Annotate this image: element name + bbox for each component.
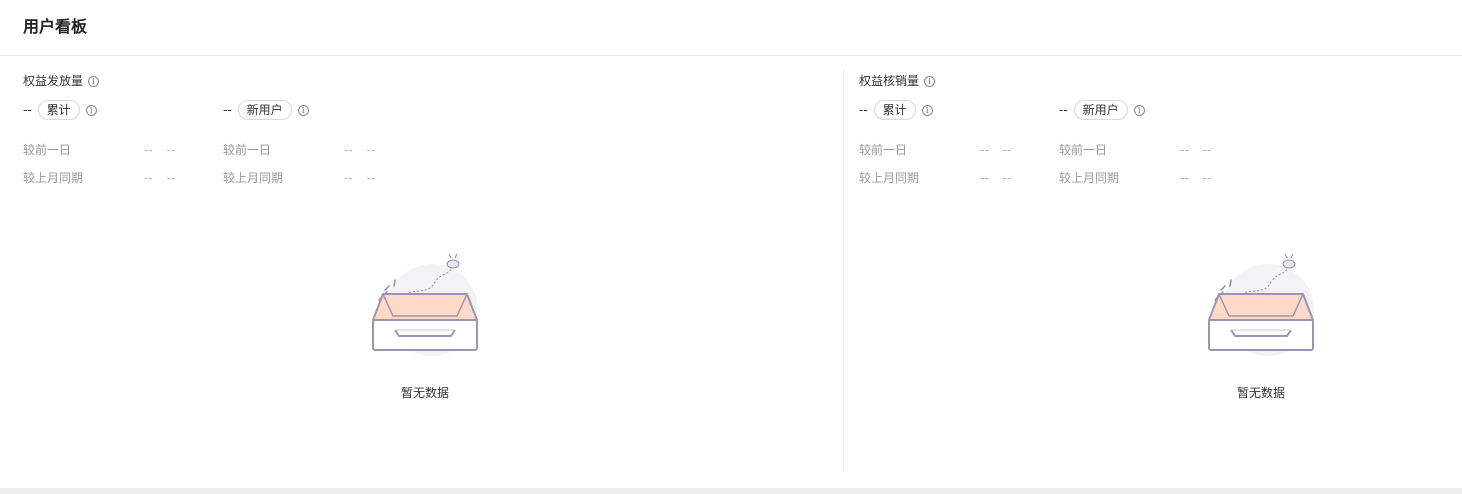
panel-redeemed: 权益核销量 i -- 累计 i -- 新用户 i 较前一日 -- -- 较上月同期 -…	[844, 56, 1462, 486]
info-icon[interactable]: i	[88, 75, 100, 87]
compare-row: 较前一日 -- --	[223, 142, 375, 158]
metric-value: --	[23, 103, 32, 117]
compare-row: 较上月同期 -- --	[23, 170, 175, 186]
info-icon[interactable]: i	[921, 104, 933, 116]
compare-value: --	[144, 143, 153, 157]
compare-value: --	[1002, 171, 1012, 185]
compare-label: 较前一日	[1059, 143, 1108, 157]
info-icon[interactable]: i	[1133, 104, 1145, 116]
section-title: 权益发放量 i	[23, 73, 100, 89]
compare-value: --	[1202, 143, 1212, 157]
compare-value: --	[1002, 143, 1012, 157]
compare-row: 较上月同期 -- --	[223, 170, 375, 186]
metric-tag: 累计	[873, 100, 916, 120]
empty-state: 暂无数据	[1201, 252, 1321, 401]
compare-value: --	[166, 171, 176, 185]
empty-text: 暂无数据	[1236, 386, 1285, 400]
compare-row: 较前一日 -- --	[23, 142, 175, 158]
compare-value: --	[1180, 171, 1189, 185]
compare-label: 较上月同期	[23, 171, 84, 185]
compare-value: --	[980, 171, 989, 185]
compare-value: --	[344, 171, 353, 185]
compare-row: 较前一日 -- --	[859, 142, 1011, 158]
compare-value: --	[344, 143, 353, 157]
compare-label: 较前一日	[223, 143, 272, 157]
metric-value: --	[223, 103, 232, 117]
metric-total: -- 累计 i	[859, 100, 933, 120]
page-title: 用户看板	[23, 17, 88, 36]
section-title-text: 权益发放量	[23, 74, 84, 88]
page-footer-strip	[0, 488, 1462, 494]
metric-tag: 新用户	[1073, 100, 1128, 120]
compare-row: 较上月同期 -- --	[859, 170, 1011, 186]
section-title: 权益核销量 i	[859, 73, 936, 89]
compare-label: 较上月同期	[1059, 171, 1120, 185]
empty-text: 暂无数据	[400, 386, 449, 400]
compare-label: 较前一日	[23, 143, 72, 157]
compare-value: --	[980, 143, 989, 157]
metric-new-user: -- 新用户 i	[1059, 100, 1145, 120]
compare-value: --	[366, 171, 376, 185]
panel-issued: 权益发放量 i -- 累计 i -- 新用户 i 较前一日 -- -- 较上月同期 -…	[0, 56, 843, 486]
metric-tag: 新用户	[237, 100, 292, 120]
section-title-text: 权益核销量	[859, 74, 920, 88]
metric-value: --	[859, 103, 868, 117]
info-icon[interactable]: i	[924, 75, 936, 87]
compare-value: --	[1202, 171, 1212, 185]
compare-value: --	[1180, 143, 1189, 157]
empty-state: 暂无数据	[365, 252, 485, 401]
compare-value: --	[144, 171, 153, 185]
compare-value: --	[366, 143, 376, 157]
compare-label: 较上月同期	[859, 171, 920, 185]
metric-total: -- 累计 i	[23, 100, 97, 120]
info-icon[interactable]: i	[297, 104, 309, 116]
compare-label: 较前一日	[859, 143, 908, 157]
info-icon[interactable]: i	[85, 104, 97, 116]
compare-label: 较上月同期	[223, 171, 284, 185]
compare-row: 较上月同期 -- --	[1059, 170, 1211, 186]
page-header: 用户看板	[0, 0, 1462, 56]
compare-row: 较前一日 -- --	[1059, 142, 1211, 158]
compare-value: --	[166, 143, 176, 157]
empty-box-icon	[1208, 253, 1314, 356]
metric-new-user: -- 新用户 i	[223, 100, 309, 120]
empty-box-icon	[372, 253, 478, 356]
metric-value: --	[1059, 103, 1068, 117]
metric-tag: 累计	[37, 100, 80, 120]
